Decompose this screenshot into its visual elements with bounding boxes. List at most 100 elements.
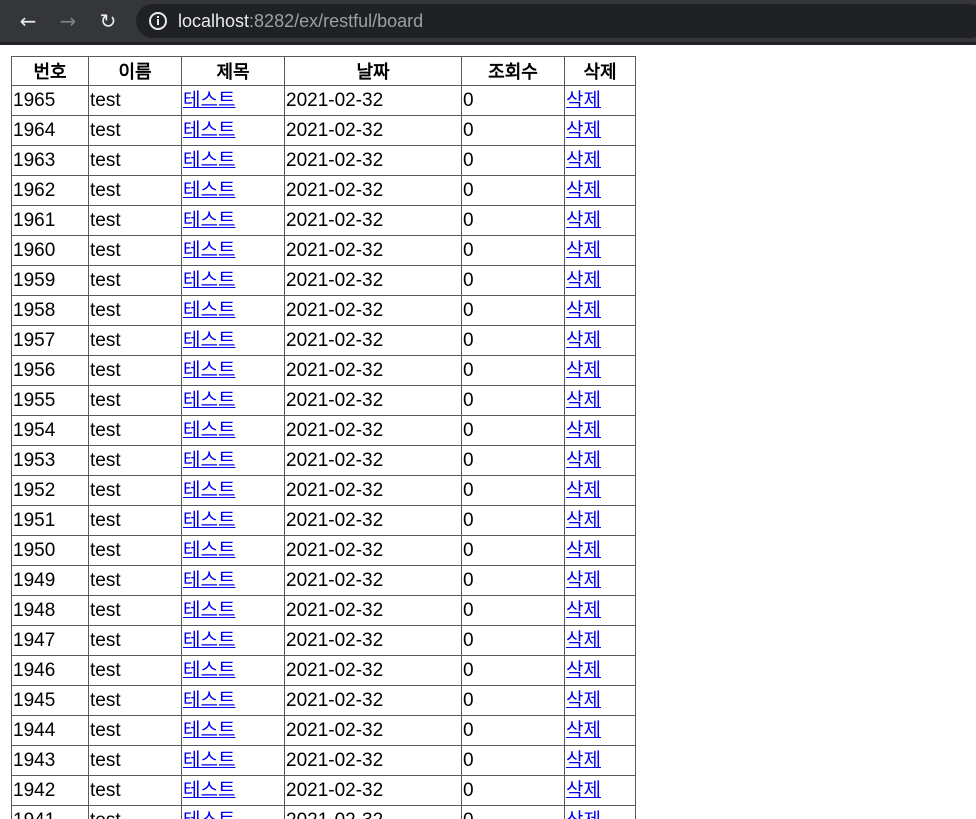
table-row: 1957 test 테스트 2021-02-32 0 삭제 bbox=[12, 326, 636, 356]
title-link[interactable]: 테스트 bbox=[183, 449, 235, 471]
cell-date: 2021-02-32 bbox=[285, 536, 462, 566]
cell-date: 2021-02-32 bbox=[285, 386, 462, 416]
title-cell: 테스트 bbox=[182, 446, 285, 476]
url-text[interactable]: localhost:8282/ex/restful/board bbox=[178, 10, 423, 32]
cell-no: 1957 bbox=[12, 326, 89, 356]
header-date: 날짜 bbox=[285, 57, 462, 86]
back-arrow-icon[interactable]: ← bbox=[13, 6, 43, 36]
delete-link[interactable]: 삭제 bbox=[566, 629, 601, 651]
delete-link[interactable]: 삭제 bbox=[566, 719, 601, 741]
delete-link[interactable]: 삭제 bbox=[566, 539, 601, 561]
cell-no: 1947 bbox=[12, 626, 89, 656]
delete-link[interactable]: 삭제 bbox=[566, 119, 601, 141]
title-cell: 테스트 bbox=[182, 656, 285, 686]
title-link[interactable]: 테스트 bbox=[183, 509, 235, 531]
title-link[interactable]: 테스트 bbox=[183, 209, 235, 231]
cell-date: 2021-02-32 bbox=[285, 776, 462, 806]
delete-cell: 삭제 bbox=[565, 86, 636, 116]
delete-link[interactable]: 삭제 bbox=[566, 599, 601, 621]
title-cell: 테스트 bbox=[182, 416, 285, 446]
delete-cell: 삭제 bbox=[565, 686, 636, 716]
delete-link[interactable]: 삭제 bbox=[566, 509, 601, 531]
delete-cell: 삭제 bbox=[565, 656, 636, 686]
cell-date: 2021-02-32 bbox=[285, 416, 462, 446]
title-link[interactable]: 테스트 bbox=[183, 689, 235, 711]
title-link[interactable]: 테스트 bbox=[183, 809, 235, 819]
title-link[interactable]: 테스트 bbox=[183, 479, 235, 501]
delete-link[interactable]: 삭제 bbox=[566, 179, 601, 201]
info-icon[interactable] bbox=[149, 12, 167, 30]
title-cell: 테스트 bbox=[182, 596, 285, 626]
title-link[interactable]: 테스트 bbox=[183, 539, 235, 561]
delete-link[interactable]: 삭제 bbox=[566, 329, 601, 351]
delete-link[interactable]: 삭제 bbox=[566, 809, 601, 819]
title-link[interactable]: 테스트 bbox=[183, 599, 235, 621]
reload-icon[interactable]: ↻ bbox=[93, 6, 123, 36]
table-row: 1941test테스트 2021-02-320삭제 bbox=[12, 806, 636, 819]
delete-link[interactable]: 삭제 bbox=[566, 659, 601, 681]
delete-link[interactable]: 삭제 bbox=[566, 149, 601, 171]
title-link[interactable]: 테스트 bbox=[183, 719, 235, 741]
cell-date: 2021-02-32 bbox=[285, 686, 462, 716]
cell-views: 0 bbox=[462, 536, 565, 566]
delete-cell: 삭제 bbox=[565, 446, 636, 476]
delete-link[interactable]: 삭제 bbox=[566, 299, 601, 321]
cell-views: 0 bbox=[462, 476, 565, 506]
title-link[interactable]: 테스트 bbox=[183, 779, 235, 801]
table-row: 1954 test 테스트 2021-02-32 0 삭제 bbox=[12, 416, 636, 446]
delete-link[interactable]: 삭제 bbox=[566, 689, 601, 711]
delete-cell: 삭제 bbox=[565, 326, 636, 356]
title-link[interactable]: 테스트 bbox=[183, 359, 235, 381]
title-link[interactable]: 테스트 bbox=[183, 269, 235, 291]
delete-link[interactable]: 삭제 bbox=[566, 779, 601, 801]
cell-date: 2021-02-32 bbox=[285, 146, 462, 176]
title-link[interactable]: 테스트 bbox=[183, 239, 235, 261]
cell-views: 0 bbox=[462, 776, 565, 806]
title-link[interactable]: 테스트 bbox=[183, 89, 235, 111]
delete-link[interactable]: 삭제 bbox=[566, 359, 601, 381]
cell-date: 2021-02-32 bbox=[285, 356, 462, 386]
cell-name: test bbox=[89, 266, 182, 296]
title-link[interactable]: 테스트 bbox=[183, 419, 235, 441]
delete-link[interactable]: 삭제 bbox=[566, 269, 601, 291]
title-link[interactable]: 테스트 bbox=[183, 659, 235, 681]
cell-no: 1960 bbox=[12, 236, 89, 266]
cell-views: 0 bbox=[462, 296, 565, 326]
delete-cell: 삭제 bbox=[565, 296, 636, 326]
title-cell: 테스트 bbox=[182, 536, 285, 566]
title-link[interactable]: 테스트 bbox=[183, 629, 235, 651]
title-link[interactable]: 테스트 bbox=[183, 179, 235, 201]
delete-link[interactable]: 삭제 bbox=[566, 419, 601, 441]
table-row: 1949 test 테스트 2021-02-32 0 삭제 bbox=[12, 566, 636, 596]
cell-views: 0 bbox=[462, 626, 565, 656]
cell-views: 0 bbox=[462, 746, 565, 776]
table-row: 1948 test 테스트 2021-02-32 0 삭제 bbox=[12, 596, 636, 626]
delete-link[interactable]: 삭제 bbox=[566, 449, 601, 471]
title-link[interactable]: 테스트 bbox=[183, 299, 235, 321]
cell-no: 1962 bbox=[12, 176, 89, 206]
title-link[interactable]: 테스트 bbox=[183, 149, 235, 171]
delete-cell: 삭제 bbox=[565, 776, 636, 806]
cell-name: test bbox=[89, 86, 182, 116]
title-cell: 테스트 bbox=[182, 326, 285, 356]
delete-link[interactable]: 삭제 bbox=[566, 389, 601, 411]
title-link[interactable]: 테스트 bbox=[183, 329, 235, 351]
delete-link[interactable]: 삭제 bbox=[566, 239, 601, 261]
title-link[interactable]: 테스트 bbox=[183, 119, 235, 141]
forward-arrow-icon[interactable]: → bbox=[53, 6, 83, 36]
cell-date: 2021-02-32 bbox=[285, 506, 462, 536]
title-link[interactable]: 테스트 bbox=[183, 749, 235, 771]
cell-name: test bbox=[89, 626, 182, 656]
delete-link[interactable]: 삭제 bbox=[566, 209, 601, 231]
delete-cell: 삭제 bbox=[565, 146, 636, 176]
delete-link[interactable]: 삭제 bbox=[566, 749, 601, 771]
delete-link[interactable]: 삭제 bbox=[566, 479, 601, 501]
title-cell: 테스트 bbox=[182, 716, 285, 746]
address-bar[interactable]: localhost:8282/ex/restful/board bbox=[136, 4, 976, 38]
title-link[interactable]: 테스트 bbox=[183, 389, 235, 411]
delete-link[interactable]: 삭제 bbox=[566, 89, 601, 111]
delete-link[interactable]: 삭제 bbox=[566, 569, 601, 591]
cell-date: 2021-02-32 bbox=[285, 596, 462, 626]
delete-cell: 삭제 bbox=[565, 506, 636, 536]
title-link[interactable]: 테스트 bbox=[183, 569, 235, 591]
